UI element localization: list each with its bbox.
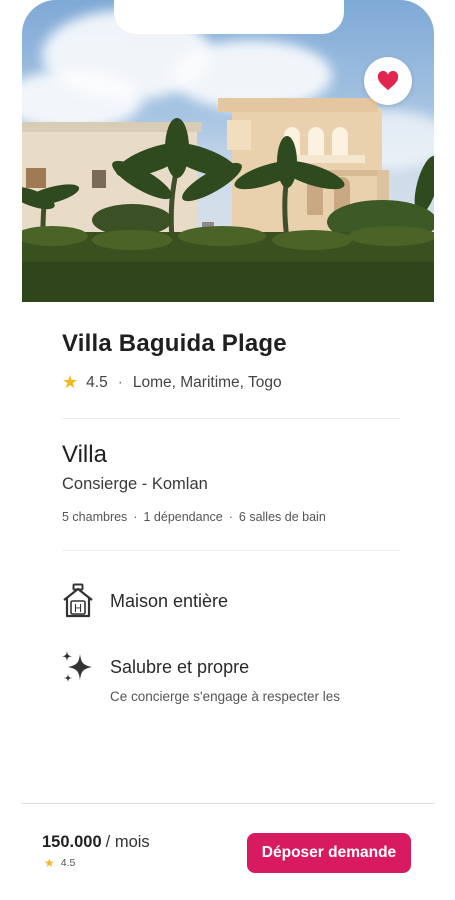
- feature-subtitle: Ce concierge s'engage à respecter les: [110, 689, 340, 704]
- property-specs: 5 chambres · 1 dépendance · 6 salles de …: [62, 510, 326, 524]
- svg-text:H: H: [74, 602, 82, 615]
- listing-photo[interactable]: [22, 0, 434, 302]
- sparkles-icon: [60, 649, 96, 685]
- heart-icon: [377, 71, 399, 91]
- divider: [62, 550, 400, 551]
- feature-clean: Salubre et propre Ce concierge s'engage …: [60, 649, 340, 704]
- villa-illustration: [22, 98, 434, 302]
- price-label: 150.000/ mois: [42, 833, 150, 852]
- rating-value: 4.5: [86, 373, 108, 391]
- star-icon: ★: [62, 372, 79, 392]
- separator-dot: ·: [117, 373, 123, 391]
- device-notch: [114, 0, 344, 34]
- booking-bar: 150.000/ mois ★ 4.5 Déposer demande: [22, 803, 434, 900]
- favorite-button[interactable]: [364, 57, 412, 105]
- divider: [62, 418, 400, 419]
- spec-bedrooms: 5 chambres: [62, 510, 128, 524]
- phone-screen: Villa Baguida Plage ★ 4.5 · Lome, Mariti…: [22, 0, 434, 900]
- price-period: / mois: [105, 833, 150, 851]
- house-icon: H: [60, 583, 96, 619]
- host-name[interactable]: Consierge - Komlan: [62, 475, 208, 494]
- submit-request-button[interactable]: Déposer demande: [247, 833, 411, 873]
- feature-entire-home: H Maison entière: [60, 583, 228, 619]
- feature-title: Salubre et propre: [110, 657, 250, 677]
- feature-title: Maison entière: [110, 591, 229, 611]
- star-icon: ★: [44, 856, 55, 870]
- price-amount: 150.000: [42, 833, 102, 851]
- spec-outbuilding: 1 dépendance: [143, 510, 223, 524]
- rating-location-row: ★ 4.5 · Lome, Maritime, Togo: [62, 372, 282, 393]
- mini-rating: ★ 4.5: [44, 856, 75, 870]
- location-text: Lome, Maritime, Togo: [132, 373, 282, 391]
- mini-rating-value: 4.5: [60, 857, 76, 869]
- property-type: Villa: [62, 441, 107, 468]
- listing-title: Villa Baguida Plage: [62, 330, 287, 357]
- spec-bathrooms: 6 salles de bain: [238, 510, 326, 524]
